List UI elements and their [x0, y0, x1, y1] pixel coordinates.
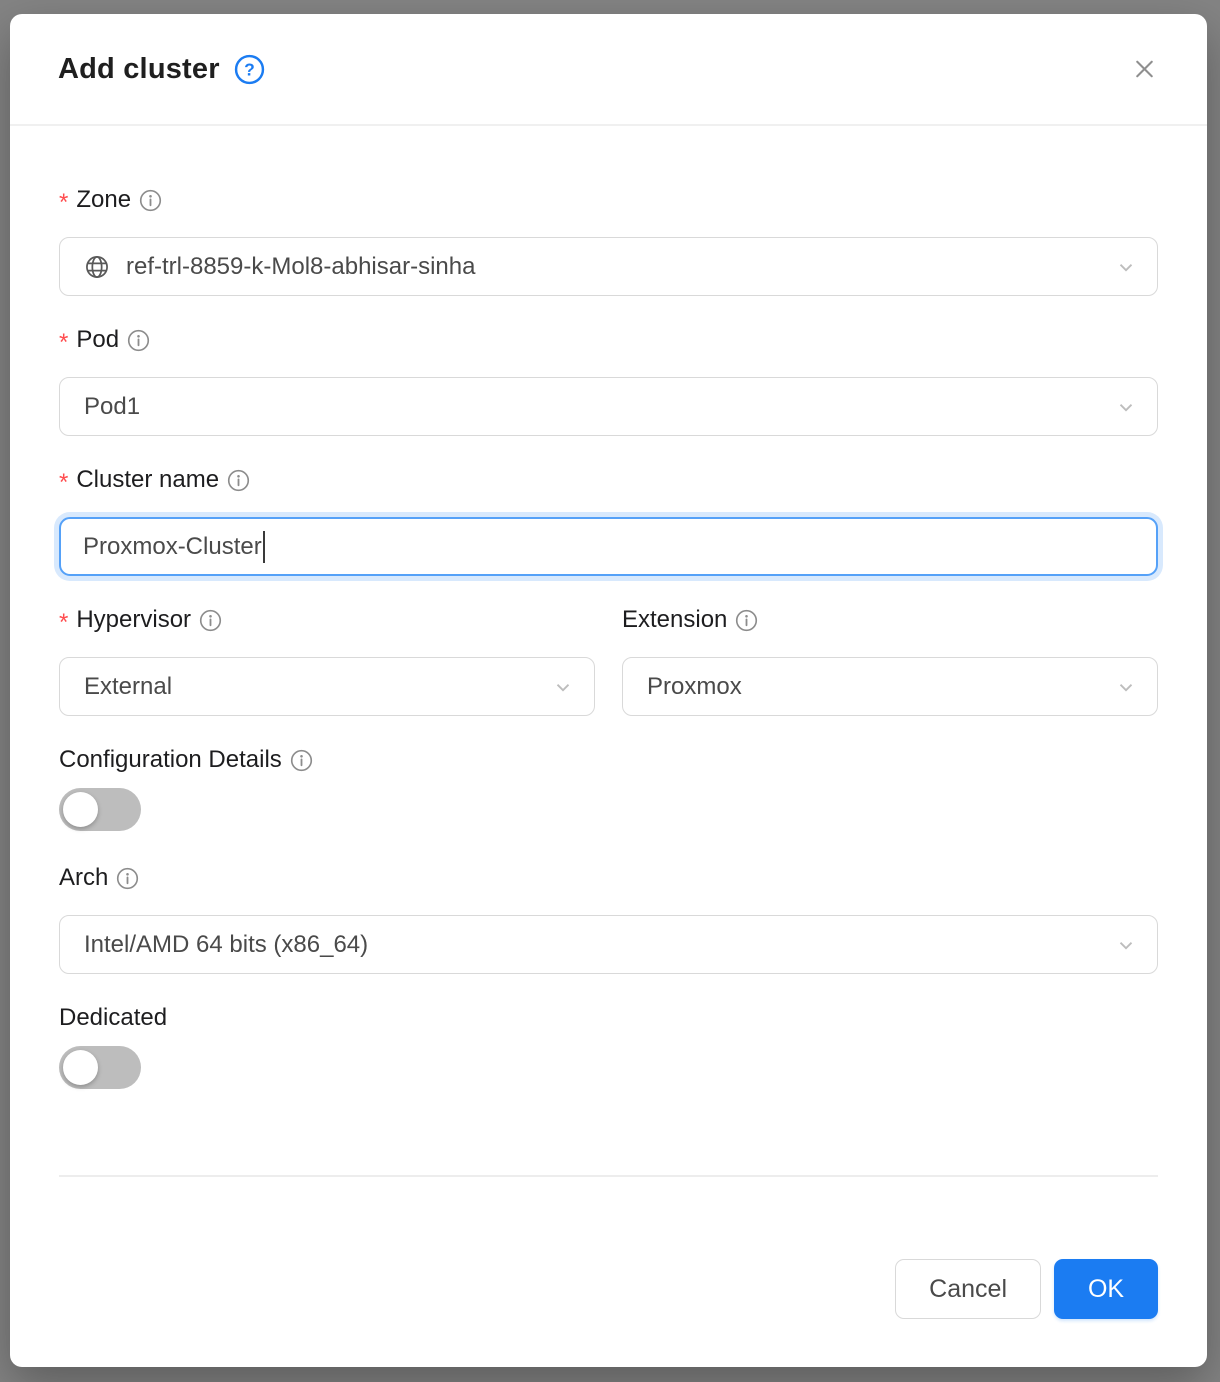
cluster-name-label: * Cluster name	[59, 464, 1158, 496]
ok-button[interactable]: OK	[1054, 1259, 1158, 1319]
chevron-down-icon	[1115, 676, 1137, 698]
arch-label: Arch	[59, 862, 1158, 894]
form-item-configuration-details: Configuration Details	[59, 744, 1158, 831]
info-icon[interactable]	[227, 469, 250, 492]
cluster-name-input[interactable]: Proxmox-Cluster	[59, 517, 1158, 576]
arch-select-value: Intel/AMD 64 bits (x86_64)	[84, 931, 1103, 959]
required-asterisk: *	[59, 471, 68, 495]
extension-label-text: Extension	[622, 606, 727, 634]
info-icon[interactable]	[116, 867, 139, 890]
zone-label: * Zone	[59, 184, 1158, 216]
required-asterisk: *	[59, 191, 68, 215]
info-icon[interactable]	[290, 749, 313, 772]
info-icon[interactable]	[127, 329, 150, 352]
dedicated-toggle[interactable]	[59, 1046, 141, 1089]
modal-body: * Zone ref-t	[10, 126, 1207, 1175]
form-item-dedicated: Dedicated	[59, 1002, 1158, 1089]
hypervisor-label-text: Hypervisor	[76, 606, 191, 634]
arch-label-text: Arch	[59, 864, 108, 892]
configuration-details-toggle[interactable]	[59, 788, 141, 831]
modal-title: Add cluster	[58, 53, 220, 86]
extension-select-value: Proxmox	[647, 673, 1103, 701]
info-icon[interactable]	[735, 609, 758, 632]
extension-label: Extension	[622, 604, 1158, 636]
chevron-down-icon	[1115, 934, 1137, 956]
pod-label: * Pod	[59, 324, 1158, 356]
form-item-zone: * Zone ref-t	[59, 184, 1158, 296]
cluster-name-input-value: Proxmox-Cluster	[83, 533, 262, 561]
chevron-down-icon	[552, 676, 574, 698]
text-caret	[263, 531, 266, 563]
configuration-details-label: Configuration Details	[59, 744, 1158, 776]
modal-header: Add cluster ?	[10, 14, 1207, 126]
add-cluster-modal: Add cluster ? * Zone	[10, 14, 1207, 1367]
zone-select[interactable]: ref-trl-8859-k-Mol8-abhisar-sinha	[59, 237, 1158, 296]
form-row-hypervisor-extension: * Hypervisor External	[59, 604, 1158, 716]
svg-text:?: ?	[244, 59, 255, 79]
pod-select-value: Pod1	[84, 393, 1103, 421]
configuration-details-label-text: Configuration Details	[59, 746, 282, 774]
hypervisor-label: * Hypervisor	[59, 604, 595, 636]
form-item-pod: * Pod Pod1	[59, 324, 1158, 436]
info-icon[interactable]	[199, 609, 222, 632]
form-item-hypervisor: * Hypervisor External	[59, 604, 595, 716]
form-item-cluster-name: * Cluster name Proxmox-Cluster	[59, 464, 1158, 576]
form-item-arch: Arch Intel/AMD 64 bits (x86_64)	[59, 862, 1158, 974]
globe-icon	[84, 254, 110, 280]
form-item-extension: Extension Proxmox	[622, 604, 1158, 716]
modal-footer: Cancel OK	[10, 1175, 1207, 1367]
footer-buttons: Cancel OK	[10, 1177, 1207, 1367]
chevron-down-icon	[1115, 396, 1137, 418]
pod-select[interactable]: Pod1	[59, 377, 1158, 436]
question-circle-icon[interactable]: ?	[234, 54, 265, 85]
cancel-button[interactable]: Cancel	[895, 1259, 1041, 1319]
dedicated-label: Dedicated	[59, 1002, 1158, 1034]
cluster-name-label-text: Cluster name	[76, 466, 219, 494]
info-icon[interactable]	[139, 189, 162, 212]
zone-select-value: ref-trl-8859-k-Mol8-abhisar-sinha	[126, 253, 1103, 281]
zone-label-text: Zone	[76, 186, 131, 214]
hypervisor-select[interactable]: External	[59, 657, 595, 716]
dedicated-label-text: Dedicated	[59, 1004, 167, 1032]
required-asterisk: *	[59, 611, 68, 635]
pod-label-text: Pod	[76, 326, 119, 354]
required-asterisk: *	[59, 331, 68, 355]
toggle-knob	[63, 792, 98, 827]
arch-select[interactable]: Intel/AMD 64 bits (x86_64)	[59, 915, 1158, 974]
extension-select[interactable]: Proxmox	[622, 657, 1158, 716]
close-icon[interactable]	[1122, 47, 1167, 92]
chevron-down-icon	[1115, 256, 1137, 278]
toggle-knob	[63, 1050, 98, 1085]
hypervisor-select-value: External	[84, 673, 540, 701]
